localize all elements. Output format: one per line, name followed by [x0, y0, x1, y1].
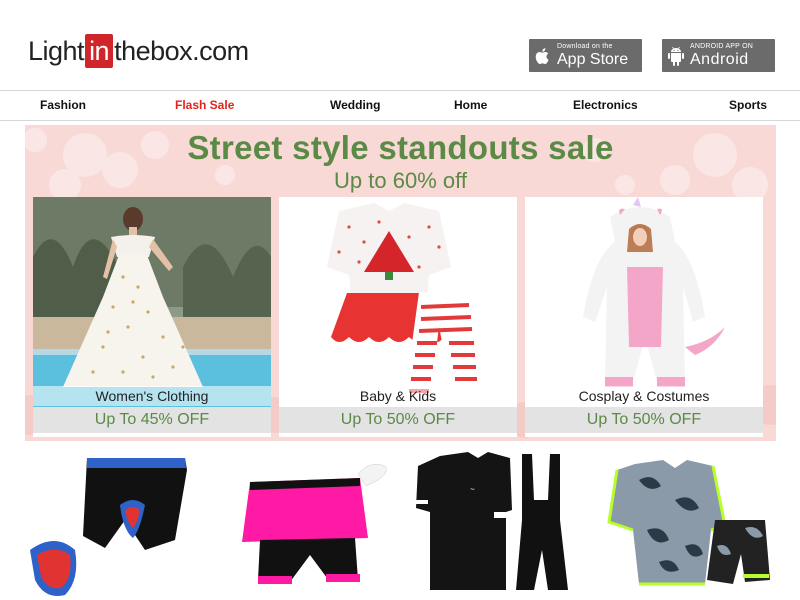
- nav-item-home[interactable]: Home: [454, 98, 487, 112]
- android-app-button[interactable]: ANDROID APP ON Android: [662, 39, 775, 72]
- logo-text-post: thebox.com: [114, 35, 249, 66]
- site-header: Light in thebox.com Download on the App St…: [0, 0, 800, 90]
- android-small-text: ANDROID APP ON: [690, 43, 753, 50]
- logo-text-in: in: [85, 34, 114, 68]
- nav-item-electronics[interactable]: Electronics: [573, 98, 638, 112]
- nav-item-wedding[interactable]: Wedding: [330, 98, 380, 112]
- card-label-baby-kids: Baby & Kids: [279, 386, 517, 406]
- category-card-baby-kids[interactable]: Baby & Kids Up To 50% OFF: [279, 197, 517, 437]
- cosplay-costumes-image: [525, 197, 763, 409]
- womens-clothing-image: [33, 197, 271, 409]
- category-card-cosplay-costumes[interactable]: Cosplay & Costumes Up To 50% OFF: [525, 197, 763, 437]
- banner-subtitle: Up to 60% off: [334, 168, 467, 193]
- card-offer-cosplay-costumes: Up To 50% OFF: [525, 407, 763, 433]
- product-camo-cycling-jersey-set[interactable]: [595, 450, 780, 600]
- nav-item-fashion[interactable]: Fashion: [40, 98, 86, 112]
- category-card-womens-clothing[interactable]: Women's Clothing Up To 45% OFF: [33, 197, 271, 437]
- card-label-womens-clothing: Women's Clothing: [33, 386, 271, 406]
- card-offer-baby-kids: Up To 50% OFF: [279, 407, 517, 433]
- promo-banner[interactable]: Street style standouts sale Up to 60% of…: [25, 125, 776, 441]
- logo-text-pre: Light: [28, 35, 85, 66]
- product-pink-cycling-skort[interactable]: [240, 450, 400, 600]
- app-store-big-text: App Store: [557, 51, 629, 68]
- product-padded-cycling-shorts[interactable]: [25, 450, 215, 600]
- card-label-cosplay-costumes: Cosplay & Costumes: [525, 386, 763, 406]
- nav-item-flash-sale[interactable]: Flash Sale: [175, 98, 234, 112]
- app-store-small-text: Download on the: [557, 43, 613, 50]
- apple-icon: [529, 39, 557, 72]
- banner-title: Street style standouts sale: [187, 129, 614, 166]
- svg-text:~: ~: [470, 485, 475, 494]
- app-store-button[interactable]: Download on the App Store: [529, 39, 642, 72]
- category-nav: Fashion Flash Sale Wedding Home Electron…: [0, 90, 800, 121]
- nav-item-sports[interactable]: Sports: [729, 98, 767, 112]
- baby-kids-image: [279, 197, 517, 409]
- card-offer-womens-clothing: Up To 45% OFF: [33, 407, 271, 433]
- android-icon: [662, 39, 690, 72]
- product-black-cycling-jersey-bib-set[interactable]: ~: [410, 450, 585, 600]
- android-big-text: Android: [690, 51, 749, 68]
- site-logo[interactable]: Light in thebox.com: [28, 33, 249, 69]
